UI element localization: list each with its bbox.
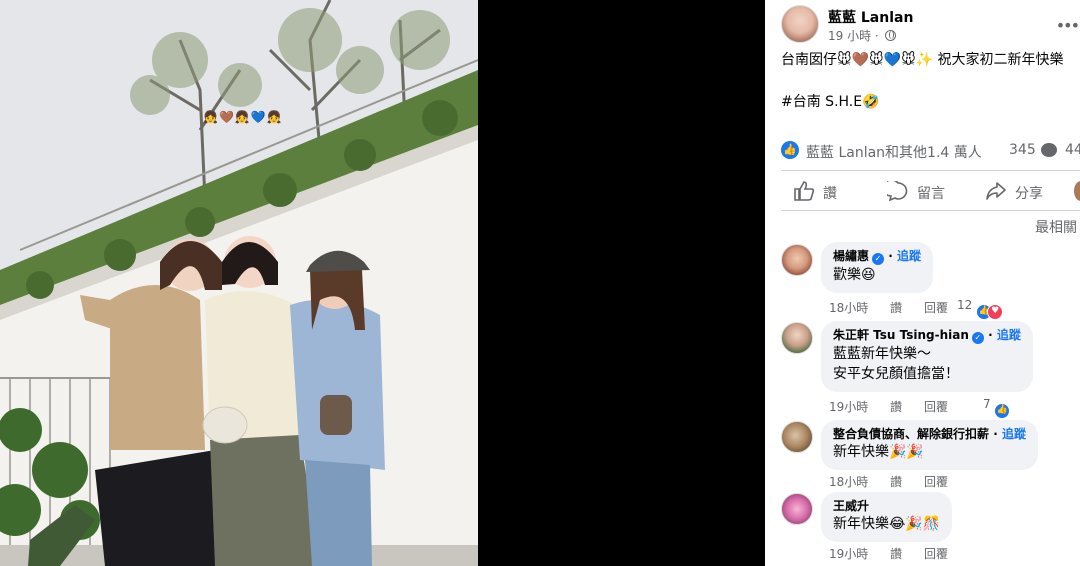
commenter-avatar[interactable] [781,493,813,525]
comment-time[interactable]: 18小時 [829,301,868,315]
follow-link[interactable]: 追蹤 [997,328,1021,342]
follow-link[interactable]: 追蹤 [897,249,921,263]
divider [781,210,1080,211]
comment-bubble: 整合負債協商、解除銀行扣薪 · 追蹤 新年快樂🎉🎉 [821,420,1038,470]
follow-link[interactable]: 追蹤 [1002,427,1026,441]
like-reaction-icon: 👍 [994,403,1011,419]
commenter-name[interactable]: 整合負債協商、解除銀行扣薪 · 追蹤 [833,426,1026,442]
comment-reactions[interactable]: 7 👍 [983,397,1011,419]
comment-reaction-count: 12 [957,298,973,312]
post-time[interactable]: 19 小時 · [828,29,879,43]
more-options-icon[interactable]: ••• [1056,16,1080,35]
author-name[interactable]: 藍藍 Lanlan [828,7,913,27]
comment-bubble: 楊繡惠 ✓ · 追蹤 歡樂😆 [821,242,933,293]
share-label: 分享 [1015,186,1043,202]
divider [781,170,1080,171]
comment-reply-link[interactable]: 回覆 [924,301,948,315]
comment-count-icon [1041,143,1057,157]
comment-like-link[interactable]: 讚 [890,301,902,315]
comment-like-link[interactable]: 讚 [890,547,902,561]
comment-label: 留言 [917,186,945,202]
verified-badge-icon: ✓ [971,332,984,344]
commenter-name[interactable]: 王威升 [833,498,940,514]
comment-actions: 19小時 讚 回覆 [829,545,966,562]
comment-actions: 18小時 讚 回覆 [829,299,966,316]
post-meta: 19 小時 · [828,27,896,44]
comment-text: 歡樂😆 [833,267,876,283]
comment-sort-dropdown[interactable]: 最相關 [1035,217,1077,237]
commenter-avatar[interactable] [781,421,813,453]
verified-badge-icon: ✓ [872,253,885,265]
post-text: 台南囡仔🐭🤎🐭💙🐭✨ 祝大家初二新年快樂 [781,52,1064,68]
author-avatar[interactable] [781,5,819,43]
comment-text: 新年快樂🎉🎉 [833,444,924,460]
like-label: 讚 [823,186,837,202]
commenter-name-text[interactable]: 朱正軒 Tsu Tsing-hian [833,328,969,342]
commenter-avatar[interactable] [781,244,813,276]
comment-reply-link[interactable]: 回覆 [924,400,948,414]
post-details-panel: 藍藍 Lanlan 19 小時 · ••• 台南囡仔🐭🤎🐭💙🐭✨ 祝大家初二新年… [765,0,1080,566]
commenter-avatar[interactable] [781,322,813,354]
viewer-background [478,0,765,566]
commenter-name-text[interactable]: 整合負債協商、解除銀行扣薪 [833,427,989,441]
comment-text: 藍藍新年快樂～ [833,346,931,362]
commenter-name[interactable]: 楊繡惠 ✓ · 追蹤 [833,248,921,265]
comment-text-line2: 安平女兒顏值擔當！ [833,366,959,382]
post-photo[interactable]: 👧🤎👧💙👧 [0,0,478,566]
photo-illustration [0,0,478,566]
comment-reply-link[interactable]: 回覆 [924,475,948,489]
commenter-name-text[interactable]: 楊繡惠 [833,249,869,263]
comment-time[interactable]: 19小時 [829,547,868,561]
reactions-text[interactable]: 藍藍 Lanlan和其他1.4 萬人 [806,142,982,162]
comment-text: 新年快樂😂🎉🎊 [833,516,941,532]
reactions-summary[interactable]: 👍 藍藍 Lanlan和其他1.4 萬人 345 44 [781,140,1080,162]
post-hashtag[interactable]: #台南 S.H.E🤣 [781,91,880,111]
comment-icon [887,181,908,201]
commenter-name[interactable]: 朱正軒 Tsu Tsing-hian ✓ · 追蹤 [833,327,1021,344]
thumbs-up-icon [794,181,815,201]
comment-bubble: 王威升 新年快樂😂🎉🎊 [821,492,953,542]
comment-time[interactable]: 18小時 [829,475,868,489]
comment-count[interactable]: 345 [1009,142,1036,158]
comment-time[interactable]: 19小時 [829,400,868,414]
love-reaction-icon: ♥ [987,304,1004,320]
comment-like-link[interactable]: 讚 [890,475,902,489]
comment-reply-link[interactable]: 回覆 [924,547,948,561]
like-reaction-icon: 👍 [781,141,799,159]
comment-bubble: 朱正軒 Tsu Tsing-hian ✓ · 追蹤 藍藍新年快樂～ 安平女兒顏值擔… [821,321,1033,392]
comment-actions: 18小時 讚 回覆 [829,473,966,490]
comment-actions: 19小時 讚 回覆 [829,398,966,415]
photo-emoji-overlay: 👧🤎👧💙👧 [203,110,283,124]
share-icon [986,182,1006,200]
comment-reactions[interactable]: 12 👍♥ [957,298,1004,320]
public-globe-icon [884,30,896,41]
page-avatar-icon[interactable] [1074,181,1080,201]
comment-like-link[interactable]: 讚 [890,400,902,414]
share-count[interactable]: 44 [1065,142,1080,158]
comment-reaction-count: 7 [983,397,991,411]
